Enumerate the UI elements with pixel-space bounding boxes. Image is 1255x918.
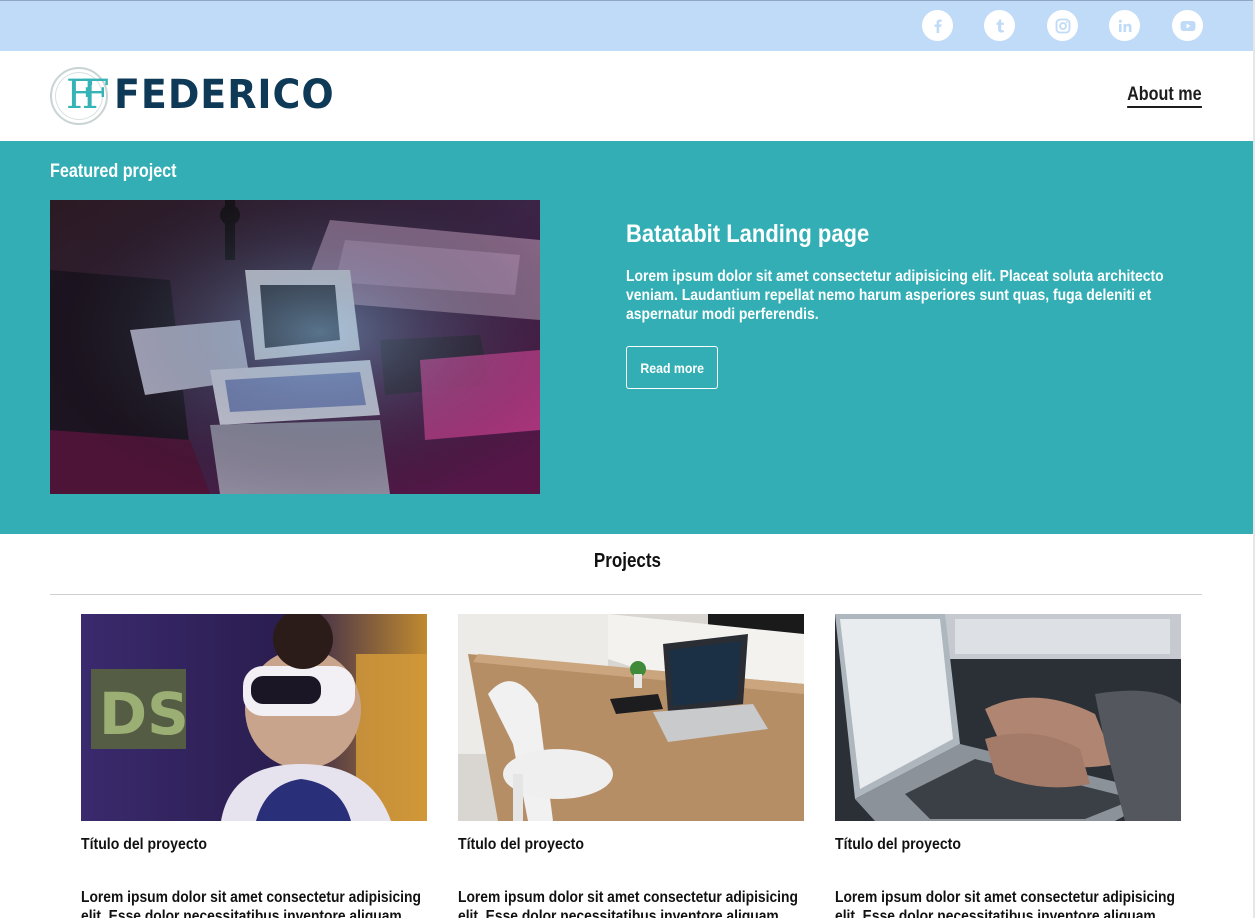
youtube-icon xyxy=(1180,20,1195,31)
facebook-icon xyxy=(934,19,942,33)
featured-description: Lorem ipsum dolor sit amet consectetur a… xyxy=(626,268,1164,323)
typing-laptop-image xyxy=(835,614,1181,821)
logo[interactable]: FF FEDERICO xyxy=(50,65,334,127)
project-image: DS xyxy=(81,614,427,821)
project-card[interactable]: DS Título del proyecto Lorem ipsum dolor… xyxy=(81,614,427,918)
youtube-link[interactable] xyxy=(1172,10,1203,41)
social-bar xyxy=(0,0,1255,51)
featured-image xyxy=(50,200,540,494)
logo-text: FEDERICO xyxy=(114,72,335,118)
featured-title: Batatabit Landing page xyxy=(626,220,870,248)
project-description: Lorem ipsum dolor sit amet consectetur a… xyxy=(835,889,1175,918)
retro-computers-image xyxy=(50,200,540,494)
project-title: Título del proyecto xyxy=(835,836,961,853)
facebook-link[interactable] xyxy=(922,10,953,41)
tumblr-link[interactable] xyxy=(984,10,1015,41)
project-image xyxy=(458,614,804,821)
project-title: Título del proyecto xyxy=(458,836,584,853)
featured-label: Featured project xyxy=(50,161,177,182)
project-image xyxy=(835,614,1181,821)
instagram-link[interactable] xyxy=(1047,10,1078,41)
svg-text:DS: DS xyxy=(99,680,189,748)
projects-heading: Projects xyxy=(593,550,662,572)
project-card[interactable]: Título del proyecto Lorem ipsum dolor si… xyxy=(458,614,804,918)
linkedin-link[interactable] xyxy=(1109,10,1140,41)
read-more-label: Read more xyxy=(640,359,704,376)
read-more-button[interactable]: Read more xyxy=(626,346,718,389)
site-header: FF FEDERICO About me xyxy=(0,51,1255,141)
projects-divider xyxy=(50,594,1202,595)
tumblr-icon xyxy=(996,18,1004,32)
featured-section: Featured project Batatabit Landing page … xyxy=(0,141,1255,534)
linkedin-icon xyxy=(1118,19,1131,32)
project-title: Título del proyecto xyxy=(81,836,207,853)
nav-about-link[interactable]: About me xyxy=(1127,84,1202,108)
logo-monogram: FF xyxy=(50,67,109,125)
project-description: Lorem ipsum dolor sit amet consectetur a… xyxy=(81,889,421,918)
project-card[interactable]: Título del proyecto Lorem ipsum dolor si… xyxy=(835,614,1181,918)
project-description: Lorem ipsum dolor sit amet consectetur a… xyxy=(458,889,798,918)
laptop-desk-image xyxy=(458,614,804,821)
vr-headset-image: DS xyxy=(81,614,427,821)
instagram-icon xyxy=(1055,18,1070,33)
